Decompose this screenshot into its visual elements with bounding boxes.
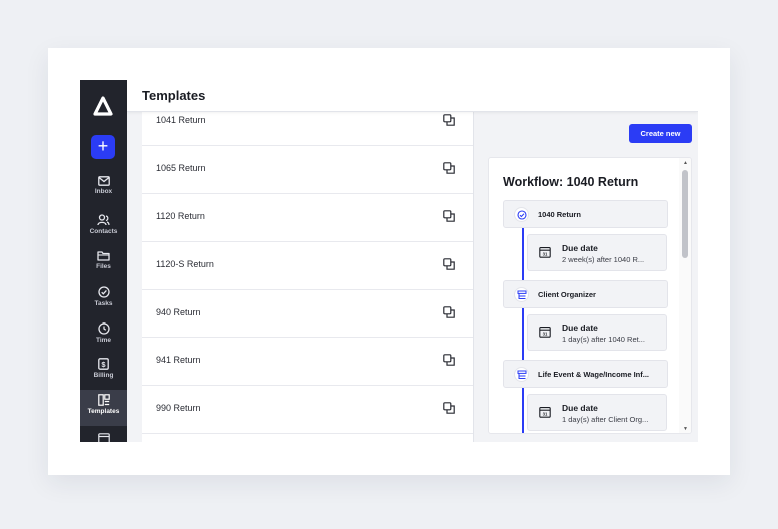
template-name: 1120-S Return (156, 259, 214, 269)
duplicate-icon[interactable] (443, 114, 455, 126)
sidebar-item-label: Contacts (89, 228, 118, 235)
scroll-thumb[interactable] (682, 170, 688, 258)
list-item[interactable]: 941 Return (142, 338, 473, 386)
duplicate-icon[interactable] (443, 306, 455, 318)
sidebar-item-time[interactable]: Time (80, 322, 127, 356)
workflow-card: Workflow: 1040 Return 1040 Return 31 Due… (488, 157, 692, 434)
timer-icon (97, 322, 110, 335)
template-name: 1041 Return (156, 115, 206, 125)
organizer-icon (514, 367, 529, 382)
list-item[interactable]: 1120-S Return (142, 242, 473, 290)
contacts-icon (97, 214, 110, 226)
add-button[interactable]: + (91, 135, 115, 159)
page-header: Templates (127, 80, 698, 112)
sidebar-item-tasks[interactable]: Tasks (80, 286, 127, 320)
sidebar: + Inbox Contacts Files Tasks Time $ Bill… (80, 80, 127, 442)
templates-list: 1041 Return 1065 Return 1120 Return 1120… (142, 112, 473, 442)
app-window: + Inbox Contacts Files Tasks Time $ Bill… (80, 80, 698, 442)
workflow-step[interactable]: Client Organizer (503, 280, 668, 308)
workflow-step[interactable]: Life Event & Wage/Income Inf... (503, 360, 668, 388)
list-item[interactable]: 940 Return (142, 290, 473, 338)
duplicate-icon[interactable] (443, 162, 455, 174)
organizer-icon (514, 287, 529, 302)
sidebar-item-templates[interactable]: Templates (80, 390, 127, 426)
step-label: Client Organizer (538, 290, 596, 299)
sidebar-item-label: Billing (93, 372, 114, 379)
create-new-button[interactable]: Create new (629, 124, 692, 143)
due-date-card[interactable]: 31 Due date 2 week(s) after 1040 R... (527, 234, 667, 271)
due-subtitle: 1 day(s) after Client Org... (562, 415, 649, 424)
svg-text:31: 31 (543, 332, 548, 337)
templates-icon (97, 394, 110, 406)
sidebar-item-inbox[interactable]: Inbox (80, 176, 127, 210)
duplicate-icon[interactable] (443, 210, 455, 222)
calendar-icon: 31 (539, 247, 551, 258)
workflow-step[interactable]: 1040 Return (503, 200, 668, 228)
workflow-title: Workflow: 1040 Return (503, 175, 639, 189)
template-name: 990 Return (156, 403, 201, 413)
sidebar-item-calendar[interactable] (80, 432, 127, 442)
due-subtitle: 2 week(s) after 1040 R... (562, 255, 645, 264)
sidebar-item-files[interactable]: Files (80, 250, 127, 284)
sidebar-item-label: Tasks (94, 300, 113, 307)
logo-icon[interactable] (93, 96, 113, 116)
list-item[interactable]: 990 Return (142, 386, 473, 434)
duplicate-icon[interactable] (443, 258, 455, 270)
calendar-icon: 31 (539, 407, 551, 418)
sidebar-item-label: Time (95, 337, 112, 344)
template-name: 940 Return (156, 307, 201, 317)
template-name: 941 Return (156, 355, 201, 365)
svg-text:$: $ (101, 360, 106, 369)
scroll-down-icon[interactable]: ▼ (683, 426, 688, 432)
due-title: Due date (562, 323, 598, 333)
due-subtitle: 1 day(s) after 1040 Ret... (562, 335, 645, 344)
check-circle-icon (514, 207, 529, 222)
duplicate-icon[interactable] (443, 354, 455, 366)
svg-text:31: 31 (543, 412, 548, 417)
folder-icon (97, 251, 110, 261)
step-label: Life Event & Wage/Income Inf... (538, 370, 649, 379)
calendar-icon: 31 (539, 327, 551, 338)
mail-icon (97, 176, 110, 186)
list-item[interactable]: 1065 Return (142, 146, 473, 194)
due-title: Due date (562, 403, 598, 413)
billing-icon: $ (98, 358, 109, 370)
due-date-card[interactable]: 31 Due date 1 day(s) after 1040 Ret... (527, 314, 667, 351)
sidebar-item-label: Templates (87, 408, 120, 415)
list-item[interactable]: 1120 Return (142, 194, 473, 242)
calendar-icon (97, 433, 110, 442)
sidebar-item-contacts[interactable]: Contacts (80, 214, 127, 248)
check-circle-icon (97, 286, 110, 298)
sidebar-item-label: Inbox (94, 188, 113, 195)
templates-list-area: 1041 Return 1065 Return 1120 Return 1120… (127, 112, 473, 442)
template-name: 1065 Return (156, 163, 206, 173)
scroll-up-icon[interactable]: ▲ (683, 160, 688, 166)
workflow-panel: Create new Workflow: 1040 Return 1040 Re… (474, 112, 698, 442)
page-title: Templates (142, 88, 206, 103)
sidebar-item-label: Files (96, 263, 111, 270)
timeline-line (522, 228, 524, 433)
template-name: 1120 Return (156, 211, 205, 221)
scrollbar[interactable]: ▲ ▼ (679, 158, 691, 433)
sidebar-item-billing[interactable]: $ Billing (80, 358, 127, 392)
due-date-card[interactable]: 31 Due date 1 day(s) after Client Org... (527, 394, 667, 431)
duplicate-icon[interactable] (443, 402, 455, 414)
svg-text:31: 31 (543, 252, 548, 257)
step-label: 1040 Return (538, 210, 581, 219)
due-title: Due date (562, 243, 598, 253)
